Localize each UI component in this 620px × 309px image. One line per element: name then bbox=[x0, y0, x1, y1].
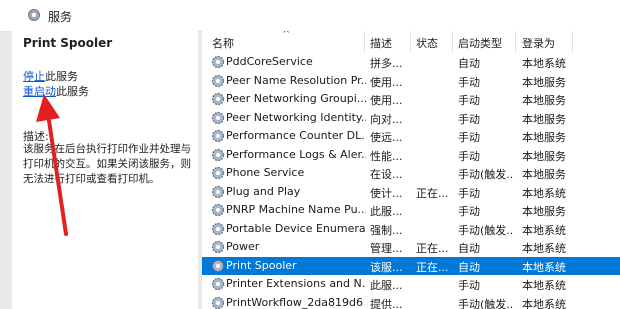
red-arrow-annotation bbox=[36, 94, 68, 236]
